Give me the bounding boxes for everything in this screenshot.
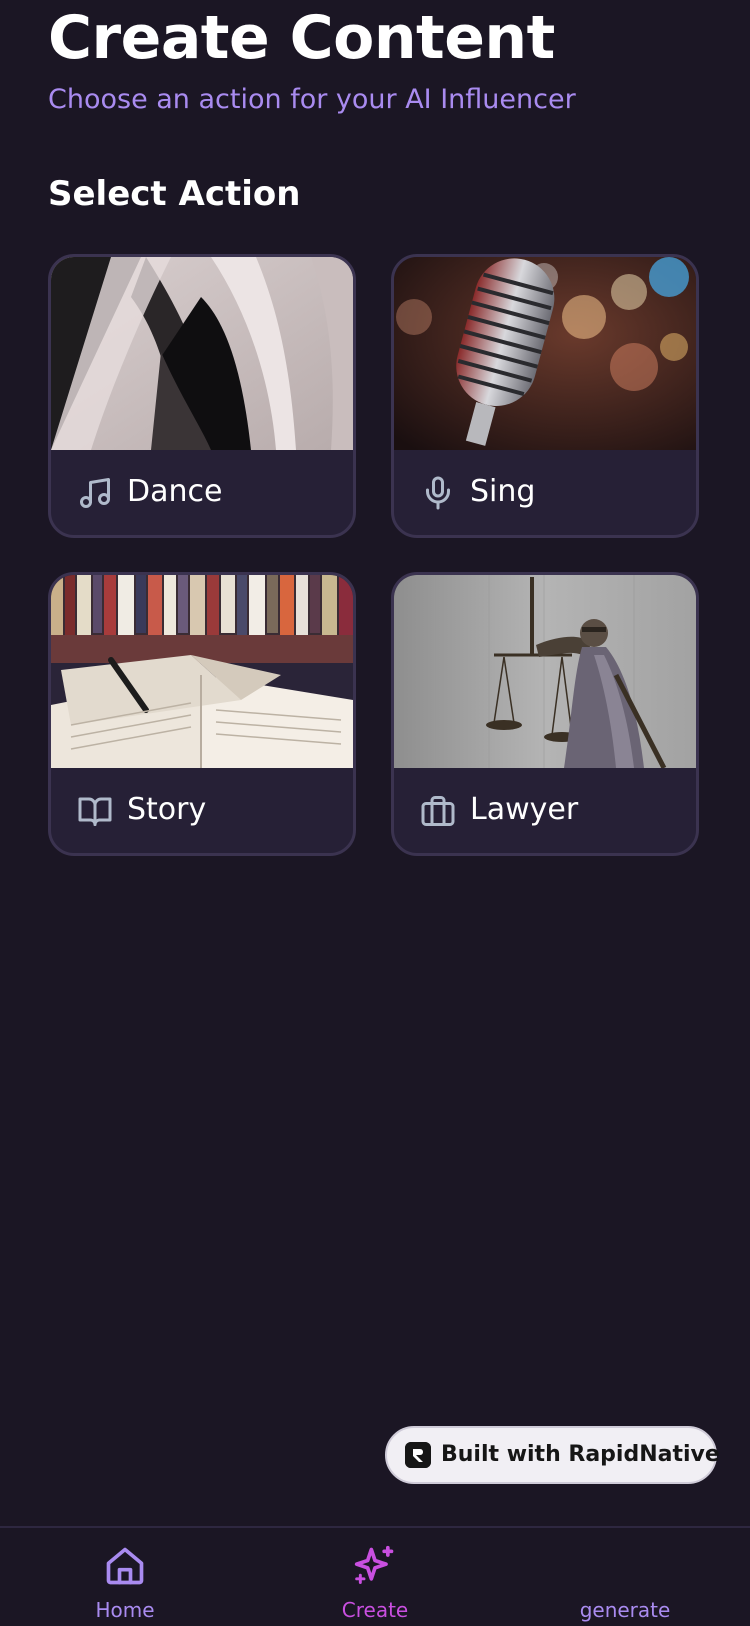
microphone-image [394,257,696,450]
action-card-story[interactable]: Story [48,572,356,856]
tab-label: generate [579,1598,671,1622]
abstract-sculpture-image [51,257,353,450]
sparkles-icon [353,1544,397,1588]
action-card-sing[interactable]: Sing [391,254,699,538]
lady-justice-image [394,575,696,768]
music-note-icon [77,475,113,511]
book-open-icon [77,793,113,829]
microphone-icon [420,475,456,511]
tab-create[interactable]: Create [250,1528,500,1626]
badge-text: Built with RapidNative [441,1442,720,1467]
bottom-tab-bar: Home Create generate [0,1526,750,1624]
action-label: Sing [470,474,536,509]
page-title: Create Content [48,3,555,73]
tab-generate[interactable]: generate [500,1528,750,1626]
page-subtitle: Choose an action for your AI Influencer [48,84,576,115]
action-card-lawyer[interactable]: Lawyer [391,572,699,856]
briefcase-icon [420,793,456,829]
section-title: Select Action [48,174,301,214]
action-card-footer: Lawyer [394,768,696,853]
action-card-dance[interactable]: Dance [48,254,356,538]
action-card-footer: Sing [394,450,696,535]
action-label: Story [127,792,207,827]
home-icon [103,1544,147,1588]
tab-label: Home [95,1598,155,1622]
tab-home[interactable]: Home [0,1528,250,1626]
built-with-badge[interactable]: Built with RapidNative [385,1426,720,1484]
rapidnative-logo-icon [405,1442,431,1468]
action-card-footer: Story [51,768,353,853]
action-card-footer: Dance [51,450,353,535]
tab-label: Create [341,1598,409,1622]
open-book-image [51,575,353,768]
action-label: Lawyer [470,792,579,827]
action-label: Dance [127,474,223,509]
